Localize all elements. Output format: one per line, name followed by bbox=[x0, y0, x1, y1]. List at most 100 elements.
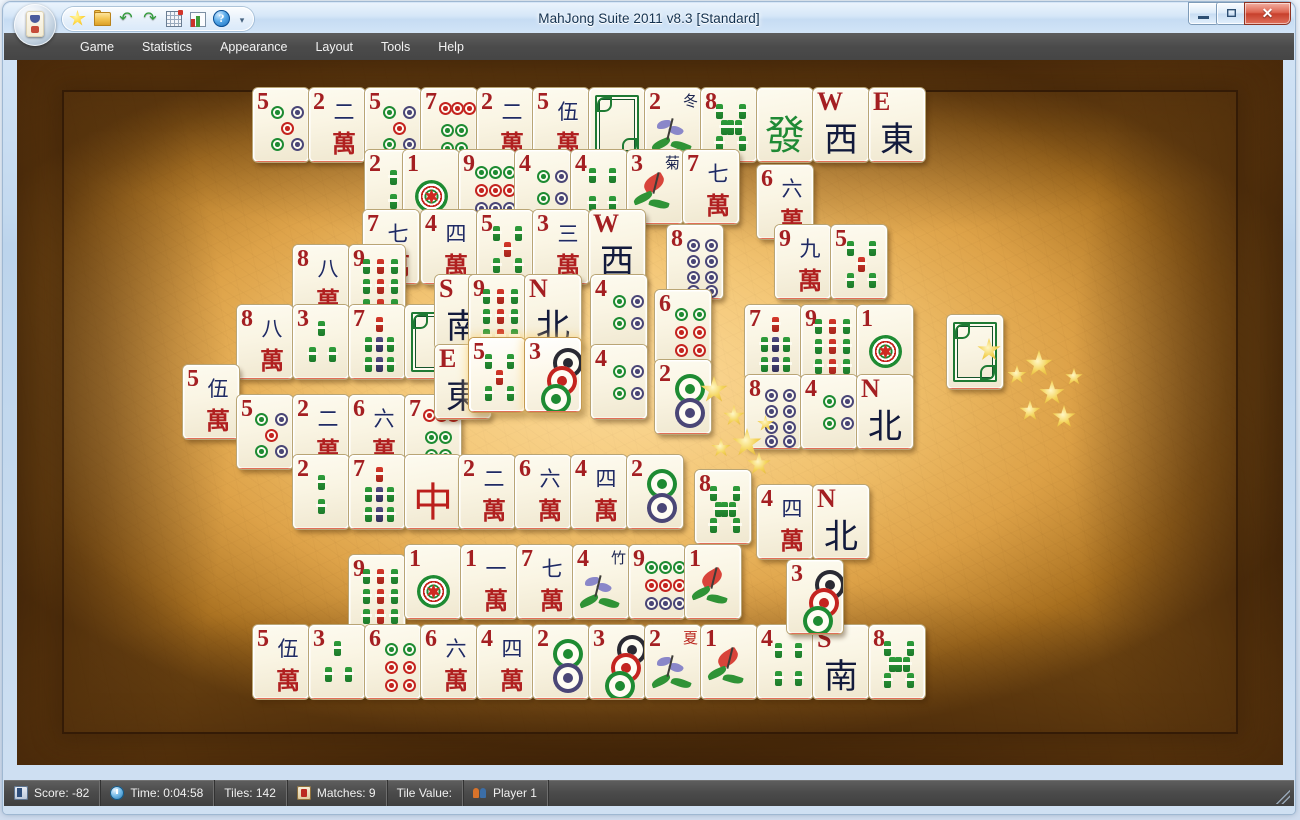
tile-hanzi-numeral: 七 bbox=[701, 158, 735, 188]
mahjong-tile[interactable]: 7 bbox=[745, 305, 801, 379]
mahjong-tile[interactable]: 7 bbox=[349, 305, 405, 379]
mahjong-tile[interactable]: 2夏 bbox=[645, 625, 701, 699]
mahjong-tile[interactable]: 5 bbox=[253, 88, 309, 162]
tile-hanzi-numeral: 四 bbox=[775, 493, 809, 523]
tile-wind-letter: E bbox=[873, 88, 890, 116]
tile-hanzi-numeral: 伍 bbox=[201, 373, 235, 403]
tile-wind-glyph: 西 bbox=[813, 120, 869, 160]
mahjong-tile[interactable]: 8 bbox=[745, 375, 801, 449]
toolbar-overflow-chevron-down-icon[interactable]: ▾ bbox=[236, 9, 248, 29]
application-orb-button[interactable] bbox=[14, 4, 56, 46]
mahjong-tile[interactable]: 2 bbox=[627, 455, 683, 529]
mahjong-tile[interactable]: 4四萬 bbox=[477, 625, 533, 699]
mahjong-tile[interactable]: 9 bbox=[801, 305, 857, 379]
mahjong-tile[interactable]: W西 bbox=[589, 210, 645, 284]
close-button[interactable]: ✕ bbox=[1245, 3, 1290, 24]
mahjong-tile[interactable]: 1 bbox=[701, 625, 757, 699]
tile-flower-artwork bbox=[703, 635, 755, 695]
tile-wan-glyph: 萬 bbox=[700, 186, 736, 221]
mahjong-tile[interactable]: 4四萬 bbox=[421, 210, 477, 284]
mahjong-tile[interactable]: E東 bbox=[869, 88, 925, 162]
open-icon[interactable] bbox=[92, 9, 112, 29]
mahjong-tile[interactable]: 4四萬 bbox=[571, 455, 627, 529]
mahjong-tile[interactable] bbox=[947, 315, 1003, 389]
mahjong-tile[interactable]: 1 bbox=[857, 305, 913, 379]
mahjong-tile[interactable]: 2 bbox=[533, 625, 589, 699]
mahjong-tile[interactable]: 5 bbox=[469, 338, 525, 412]
maximize-button[interactable] bbox=[1217, 3, 1246, 24]
tile-circle-symbols bbox=[237, 397, 293, 469]
mahjong-tile[interactable]: 8 bbox=[695, 470, 751, 544]
menu-item-appearance[interactable]: Appearance bbox=[206, 36, 301, 58]
mahjong-tile[interactable]: 中 bbox=[405, 455, 461, 529]
mahjong-tile[interactable]: 2二萬 bbox=[459, 455, 515, 529]
help-icon[interactable]: ? bbox=[212, 9, 232, 29]
mahjong-tile[interactable]: 4 bbox=[757, 625, 813, 699]
tile-wind-glyph: 北 bbox=[813, 517, 869, 557]
mahjong-tile[interactable]: 3 bbox=[787, 560, 843, 634]
mahjong-tile[interactable]: 4竹 bbox=[573, 545, 629, 619]
mahjong-tile[interactable]: S南 bbox=[813, 625, 869, 699]
mahjong-tile[interactable]: 6 bbox=[655, 290, 711, 364]
minimize-button[interactable] bbox=[1189, 3, 1218, 24]
mahjong-tile[interactable]: 1 bbox=[685, 545, 741, 619]
menu-item-layout[interactable]: Layout bbox=[301, 36, 367, 58]
mahjong-tile[interactable]: 4 bbox=[591, 345, 647, 419]
mahjong-tile[interactable]: 9九萬 bbox=[775, 225, 831, 299]
mahjong-tile[interactable]: 5伍萬 bbox=[183, 365, 239, 439]
mahjong-tile[interactable]: 6 bbox=[365, 625, 421, 699]
mahjong-tile[interactable]: 3三萬 bbox=[533, 210, 589, 284]
mahjong-tile[interactable]: 2 bbox=[293, 455, 349, 529]
tile-season-artwork bbox=[575, 555, 627, 615]
mahjong-tile[interactable]: 2 bbox=[655, 360, 711, 434]
mahjong-tile[interactable]: 2二萬 bbox=[309, 88, 365, 162]
statistics-icon[interactable] bbox=[188, 9, 208, 29]
mahjong-tile[interactable]: N北 bbox=[813, 485, 869, 559]
tile-wan-glyph: 萬 bbox=[478, 581, 514, 616]
resize-grip[interactable] bbox=[1274, 788, 1290, 804]
mahjong-tile[interactable]: 9 bbox=[629, 545, 685, 619]
menu-item-statistics[interactable]: Statistics bbox=[128, 36, 206, 58]
mahjong-tile[interactable]: 6六萬 bbox=[421, 625, 477, 699]
mahjong-tile[interactable]: 3 bbox=[293, 305, 349, 379]
tile-wan-glyph: 萬 bbox=[254, 341, 290, 376]
mahjong-tile[interactable]: 1一萬 bbox=[461, 545, 517, 619]
mahjong-tile[interactable]: 5 bbox=[831, 225, 887, 299]
mahjong-tile[interactable]: 7七萬 bbox=[683, 150, 739, 224]
mahjong-tile[interactable]: 發 bbox=[757, 88, 813, 162]
mahjong-tile[interactable]: 3 bbox=[309, 625, 365, 699]
mahjong-tile[interactable]: 1 bbox=[405, 545, 461, 619]
layout-icon[interactable] bbox=[164, 9, 184, 29]
new-game-icon[interactable] bbox=[68, 9, 88, 29]
mahjong-tile[interactable]: 7 bbox=[349, 455, 405, 529]
menu-item-game[interactable]: Game bbox=[66, 36, 128, 58]
mahjong-tile[interactable]: 4 bbox=[801, 375, 857, 449]
mahjong-tile[interactable]: N北 bbox=[857, 375, 913, 449]
mahjong-tile[interactable]: 8八萬 bbox=[237, 305, 293, 379]
tile-number: 5 bbox=[537, 89, 549, 115]
mahjong-tile[interactable]: 5 bbox=[477, 210, 533, 284]
mahjong-tile[interactable]: 8 bbox=[869, 625, 925, 699]
mahjong-tile[interactable]: 4四萬 bbox=[757, 485, 813, 559]
game-board[interactable]: 52二萬572二萬5伍萬2冬8發W西E東219443菊7七萬6六萬7七萬4四萬5… bbox=[17, 60, 1283, 765]
undo-icon[interactable]: ↶ bbox=[116, 9, 136, 29]
mahjong-tile[interactable]: 3 bbox=[525, 338, 581, 412]
mahjong-tile[interactable]: 5 bbox=[237, 395, 293, 469]
score-icon bbox=[14, 786, 28, 800]
mahjong-tile[interactable]: 3 bbox=[589, 625, 645, 699]
mahjong-tile[interactable]: 6六萬 bbox=[515, 455, 571, 529]
mahjong-tile[interactable]: 5伍萬 bbox=[253, 625, 309, 699]
mahjong-tile[interactable]: 4 bbox=[591, 275, 647, 349]
mahjong-tile[interactable]: 7七萬 bbox=[517, 545, 573, 619]
menu-item-tools[interactable]: Tools bbox=[367, 36, 424, 58]
tile-value-text: Tile Value: bbox=[397, 786, 452, 800]
menu-item-help[interactable]: Help bbox=[424, 36, 478, 58]
mahjong-tile[interactable]: W西 bbox=[813, 88, 869, 162]
status-tile-value: Tile Value: bbox=[387, 780, 463, 806]
tile-hanzi-numeral: 三 bbox=[551, 218, 585, 248]
tile-circle-symbols bbox=[525, 340, 581, 412]
mahjong-tile[interactable]: 9 bbox=[349, 555, 405, 629]
tile-circle-symbols bbox=[591, 277, 647, 349]
redo-icon[interactable]: ↷ bbox=[140, 9, 160, 29]
mahjong-tile[interactable]: 8 bbox=[667, 225, 723, 299]
